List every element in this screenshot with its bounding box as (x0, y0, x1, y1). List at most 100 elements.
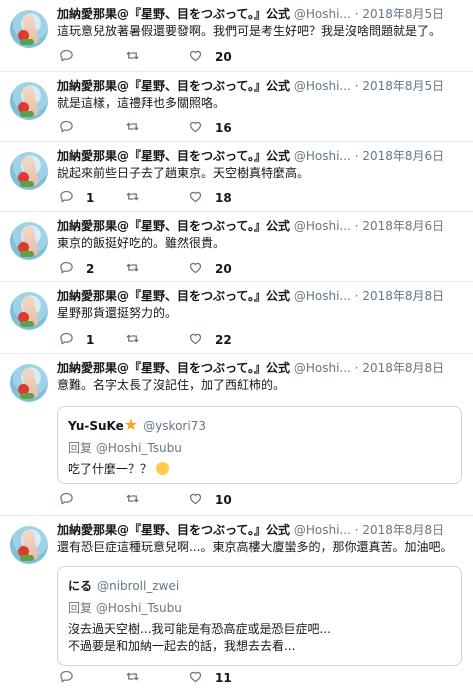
tweet-actions: 10 (57, 491, 287, 509)
user-handle[interactable]: @Hoshi... (294, 361, 351, 375)
quoted-display-name[interactable]: Yu-SuKe (68, 419, 124, 433)
reply-button[interactable] (59, 491, 86, 509)
separator-dot: · (354, 523, 359, 537)
tweet[interactable]: 加納愛那果@『星野、目をつぶって。』公式 @Hoshi... · 2018年8月… (0, 0, 473, 72)
tweet-date[interactable]: 2018年8月5日 (362, 7, 444, 21)
tweet-text: 東京的飯挺好吃的。雖然很貴。 (57, 236, 226, 250)
retweet-button[interactable] (125, 331, 152, 349)
tweet-header: 加納愛那果@『星野、目をつぶって。』公式 @Hoshi... · 2018年8月… (57, 288, 467, 304)
avatar[interactable] (10, 82, 48, 120)
tweet-date[interactable]: 2018年8月5日 (362, 79, 444, 93)
reply-button[interactable]: 2 (59, 260, 94, 278)
separator-dot: · (354, 79, 359, 93)
relieved-face-icon (155, 462, 169, 475)
quoted-user-handle[interactable]: @yskori73 (143, 419, 206, 433)
reply-to-handle[interactable]: @Hoshi_Tsubu (96, 601, 182, 615)
tweet[interactable]: 加納愛那果@『星野、目をつぶって。』公式 @Hoshi... · 2018年8月… (0, 516, 473, 693)
display-name[interactable]: 加納愛那果@『星野、目をつぶって。』公式 (57, 361, 290, 375)
tweet[interactable]: 加納愛那果@『星野、目をつぶって。』公式 @Hoshi... · 2018年8月… (0, 354, 473, 516)
user-handle[interactable]: @Hoshi... (294, 149, 351, 163)
reply-button[interactable] (59, 669, 86, 687)
tweet-date[interactable]: 2018年8月8日 (362, 523, 444, 537)
tweet-header: 加納愛那果@『星野、目をつぶって。』公式 @Hoshi... · 2018年8月… (57, 6, 467, 22)
like-button[interactable]: 11 (188, 669, 232, 687)
quoted-user-handle[interactable]: @nibroll_zwei (97, 579, 179, 593)
retweet-button[interactable] (125, 669, 152, 687)
like-button[interactable]: 20 (188, 48, 232, 66)
like-button[interactable]: 10 (188, 491, 232, 509)
separator-dot: · (354, 219, 359, 233)
reply-icon (59, 189, 74, 207)
user-handle[interactable]: @Hoshi... (294, 219, 351, 233)
reply-context: 回复 @Hoshi_Tsubu (68, 599, 451, 616)
like-count: 22 (215, 333, 232, 347)
display-name[interactable]: 加納愛那果@『星野、目をつぶって。』公式 (57, 79, 290, 93)
reply-button[interactable] (59, 119, 86, 137)
retweet-button[interactable] (125, 189, 152, 207)
display-name[interactable]: 加納愛那果@『星野、目をつぶって。』公式 (57, 149, 290, 163)
like-count: 18 (215, 191, 232, 205)
retweet-button[interactable] (125, 48, 152, 66)
avatar[interactable] (10, 526, 48, 564)
like-count: 20 (215, 262, 232, 276)
like-button[interactable]: 16 (188, 119, 232, 137)
retweet-icon (125, 331, 140, 349)
reply-context: 回复 @Hoshi_Tsubu (68, 439, 451, 456)
tweet-actions: 2 20 (57, 260, 287, 278)
avatar[interactable] (10, 222, 48, 260)
reply-icon (59, 491, 74, 509)
quoted-text-line: 沒去過天空樹...我可能是有恐高症或是恐巨症吧... (68, 622, 331, 636)
tweet[interactable]: 加納愛那果@『星野、目をつぶって。』公式 @Hoshi... · 2018年8月… (0, 282, 473, 354)
tweet-text: 就是這樣，這禮拜也多關照咯。 (57, 96, 226, 110)
user-handle[interactable]: @Hoshi... (294, 7, 351, 21)
user-handle[interactable]: @Hoshi... (294, 79, 351, 93)
retweet-button[interactable] (125, 119, 152, 137)
tweet-header: 加納愛那果@『星野、目をつぶって。』公式 @Hoshi... · 2018年8月… (57, 522, 467, 538)
reply-to-handle[interactable]: @Hoshi_Tsubu (96, 441, 182, 455)
tweet-header: 加納愛那果@『星野、目をつぶって。』公式 @Hoshi... · 2018年8月… (57, 148, 467, 164)
display-name[interactable]: 加納愛那果@『星野、目をつぶって。』公式 (57, 523, 290, 537)
quoted-text: 沒去過天空樹...我可能是有恐高症或是恐巨症吧... 不過要是和加納一起去的話，… (68, 621, 451, 655)
user-handle[interactable]: @Hoshi... (294, 289, 351, 303)
tweet[interactable]: 加納愛那果@『星野、目をつぶって。』公式 @Hoshi... · 2018年8月… (0, 212, 473, 282)
retweet-button[interactable] (125, 491, 152, 509)
separator-dot: · (354, 289, 359, 303)
quoted-tweet[interactable]: Yu-SuKe★ @yskori73 回复 @Hoshi_Tsubu 吃了什麼一… (57, 406, 462, 484)
quoted-text: 吃了什麼一？？ (68, 461, 451, 478)
tweet-date[interactable]: 2018年8月6日 (362, 219, 444, 233)
reply-button[interactable]: 1 (59, 331, 94, 349)
quoted-tweet[interactable]: にる @nibroll_zwei 回复 @Hoshi_Tsubu 沒去過天空樹.… (57, 566, 462, 666)
tweet-actions: 16 (57, 119, 287, 137)
tweet-text: 還有恐巨症這種玩意兒啊...。東京高樓大廈蠻多的，那你還真苦。加油吧。 (57, 540, 453, 554)
avatar[interactable] (10, 292, 48, 330)
user-handle[interactable]: @Hoshi... (294, 523, 351, 537)
tweet[interactable]: 加納愛那果@『星野、目をつぶって。』公式 @Hoshi... · 2018年8月… (0, 72, 473, 142)
display-name[interactable]: 加納愛那果@『星野、目をつぶって。』公式 (57, 289, 290, 303)
display-name[interactable]: 加納愛那果@『星野、目をつぶって。』公式 (57, 7, 290, 21)
reply-count: 2 (86, 262, 95, 276)
reply-button[interactable] (59, 48, 86, 66)
tweet-header: 加納愛那果@『星野、目をつぶって。』公式 @Hoshi... · 2018年8月… (57, 360, 467, 376)
retweet-icon (125, 260, 140, 278)
tweet[interactable]: 加納愛那果@『星野、目をつぶって。』公式 @Hoshi... · 2018年8月… (0, 142, 473, 212)
avatar[interactable] (10, 152, 48, 190)
avatar[interactable] (10, 364, 48, 402)
like-button[interactable]: 22 (188, 331, 232, 349)
display-name[interactable]: 加納愛那果@『星野、目をつぶって。』公式 (57, 219, 290, 233)
heart-icon (188, 260, 203, 278)
tweet-date[interactable]: 2018年8月8日 (362, 289, 444, 303)
tweet-feed: 加納愛那果@『星野、目をつぶって。』公式 @Hoshi... · 2018年8月… (0, 0, 473, 693)
tweet-date[interactable]: 2018年8月6日 (362, 149, 444, 163)
tweet-actions: 1 22 (57, 331, 287, 349)
tweet-date[interactable]: 2018年8月8日 (362, 361, 444, 375)
like-button[interactable]: 18 (188, 189, 232, 207)
retweet-icon (125, 189, 140, 207)
quoted-display-name[interactable]: にる (68, 579, 92, 593)
like-count: 16 (215, 121, 232, 135)
retweet-button[interactable] (125, 260, 152, 278)
like-button[interactable]: 20 (188, 260, 232, 278)
heart-icon (188, 669, 203, 687)
avatar[interactable] (10, 10, 48, 48)
reply-button[interactable]: 1 (59, 189, 94, 207)
tweet-actions: 20 (57, 48, 287, 66)
